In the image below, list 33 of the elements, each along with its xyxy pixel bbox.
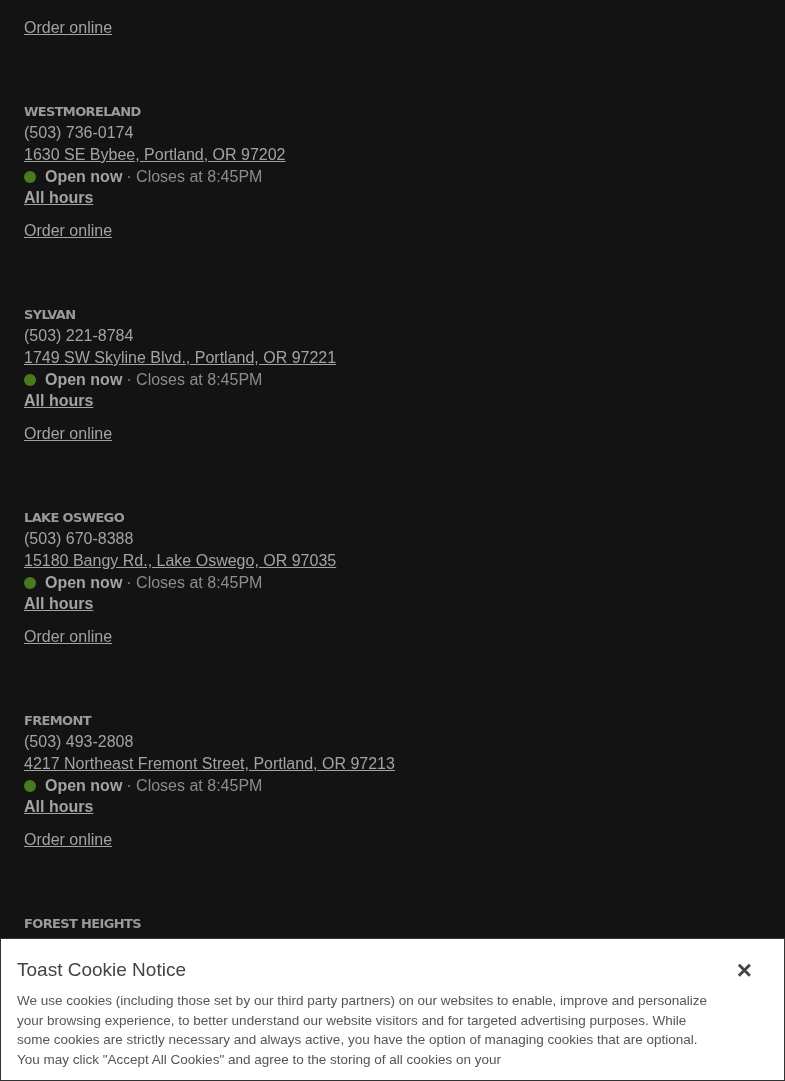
- cookie-notice-text: We use cookies (including those set by our third party partners) on our websites to enable, improve and personalize your browsing experience, to better understand our website visitors and for targeted advertising purposes. While some cookies are strictly necessary and always active, you have the option of managing cookies that are optional. You may click "Accept All Cookies" and agree to the storing of all cookies on your: [17, 992, 709, 1070]
- location-name: FOREST HEIGHTS: [24, 915, 141, 933]
- all-hours-link[interactable]: All hours: [24, 594, 94, 614]
- closing-time: · Closes at 8:45PM: [126, 776, 263, 796]
- phone-number: (503) 670-8388: [24, 529, 134, 549]
- address-link[interactable]: 4217 Northeast Fremont Street, Portland, OR 97213: [24, 753, 395, 775]
- location-name: SYLVAN: [24, 306, 76, 324]
- closing-time: · Closes at 8:45PM: [126, 370, 263, 390]
- phone-number: (503) 736-0174: [24, 123, 134, 143]
- address-link[interactable]: 15180 Bangy Rd., Lake Oswego, OR 97035: [24, 550, 337, 572]
- order-online-link[interactable]: Order online: [24, 17, 113, 39]
- phone-number: (503) 493-2808: [24, 732, 134, 752]
- address-link[interactable]: 1630 SE Bybee, Portland, OR 97202: [24, 144, 286, 166]
- order-online-link[interactable]: Order online: [24, 829, 113, 851]
- phone-number: (503) 221-8784: [24, 326, 134, 346]
- cookie-notice-title: Toast Cookie Notice: [17, 958, 186, 982]
- open-status: Open now: [45, 370, 123, 390]
- location-name: WESTMORELAND: [24, 103, 141, 121]
- open-status: Open now: [45, 776, 123, 796]
- order-online-link[interactable]: Order online: [24, 626, 113, 648]
- open-status: Open now: [45, 167, 123, 187]
- order-online-link[interactable]: Order online: [24, 423, 113, 445]
- closing-time: · Closes at 8:45PM: [126, 167, 263, 187]
- location-name: LAKE OSWEGO: [24, 509, 125, 527]
- close-button[interactable]: ×: [736, 958, 752, 982]
- location-name: FREMONT: [24, 712, 91, 730]
- closing-time: · Closes at 8:45PM: [126, 573, 263, 593]
- open-status: Open now: [45, 573, 123, 593]
- address-link[interactable]: 1749 SW Skyline Blvd., Portland, OR 97221: [24, 347, 337, 369]
- all-hours-link[interactable]: All hours: [24, 797, 94, 817]
- order-online-link[interactable]: Order online: [24, 220, 113, 242]
- all-hours-link[interactable]: All hours: [24, 188, 94, 208]
- all-hours-link[interactable]: All hours: [24, 391, 94, 411]
